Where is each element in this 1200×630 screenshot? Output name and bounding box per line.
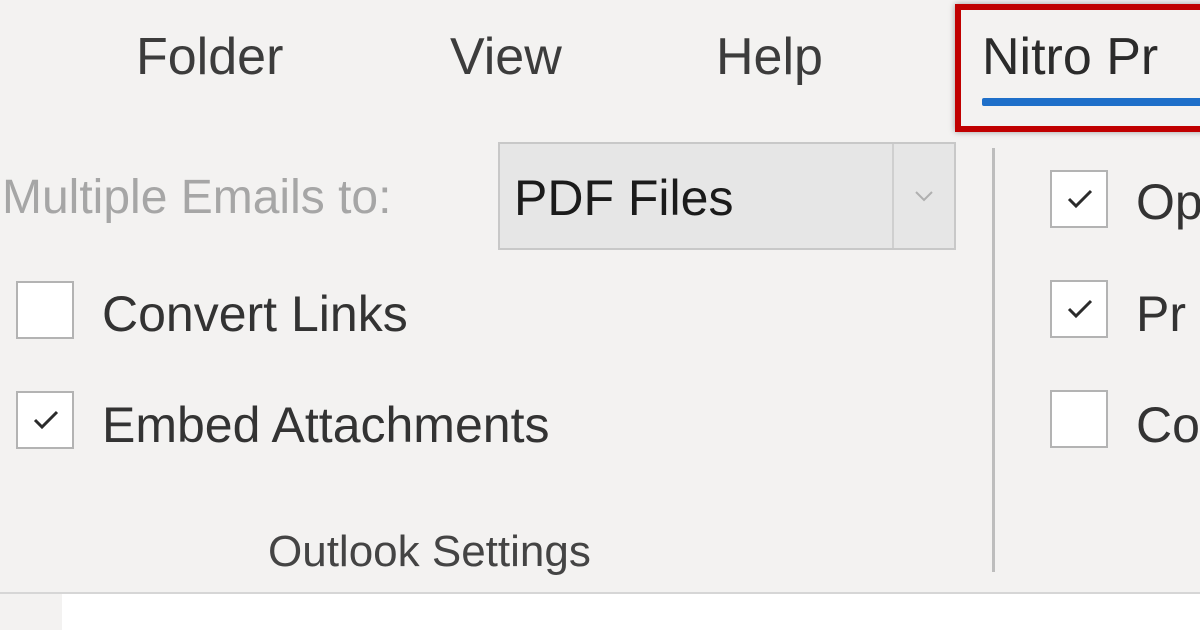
convert-links-label: Convert Links: [102, 286, 408, 342]
select-value: PDF Files: [514, 170, 734, 226]
convert-links-checkbox[interactable]: [16, 281, 74, 339]
multiple-emails-label: Multiple Emails to:: [2, 171, 392, 224]
checkmark-icon: [1067, 189, 1093, 209]
multiple-emails-select[interactable]: PDF Files: [498, 142, 956, 250]
right-option-2-checkbox[interactable]: [1050, 280, 1108, 338]
checkmark-icon: [33, 410, 59, 430]
tab-view[interactable]: View: [450, 22, 562, 92]
right-option-2-label: Pr: [1136, 286, 1186, 342]
tab-nitro-pro[interactable]: Nitro Pr: [982, 22, 1158, 92]
chevron-down-icon[interactable]: [894, 144, 954, 248]
active-tab-indicator: [982, 98, 1200, 106]
right-option-3-label: Co: [1136, 397, 1200, 453]
group-separator: [992, 148, 995, 572]
embed-attachments-label: Embed Attachments: [102, 397, 550, 453]
right-option-1-label: Op: [1136, 174, 1200, 230]
right-option-3-checkbox[interactable]: [1050, 390, 1108, 448]
tab-folder[interactable]: Folder: [136, 22, 283, 92]
group-title-outlook-settings: Outlook Settings: [268, 527, 591, 576]
tab-help[interactable]: Help: [716, 22, 823, 92]
content-area: [62, 594, 1200, 630]
checkmark-icon: [1067, 299, 1093, 319]
right-option-1-checkbox[interactable]: [1050, 170, 1108, 228]
outlook-ribbon: Folder View Help Nitro Pr Multiple Email…: [0, 0, 1200, 630]
embed-attachments-checkbox[interactable]: [16, 391, 74, 449]
